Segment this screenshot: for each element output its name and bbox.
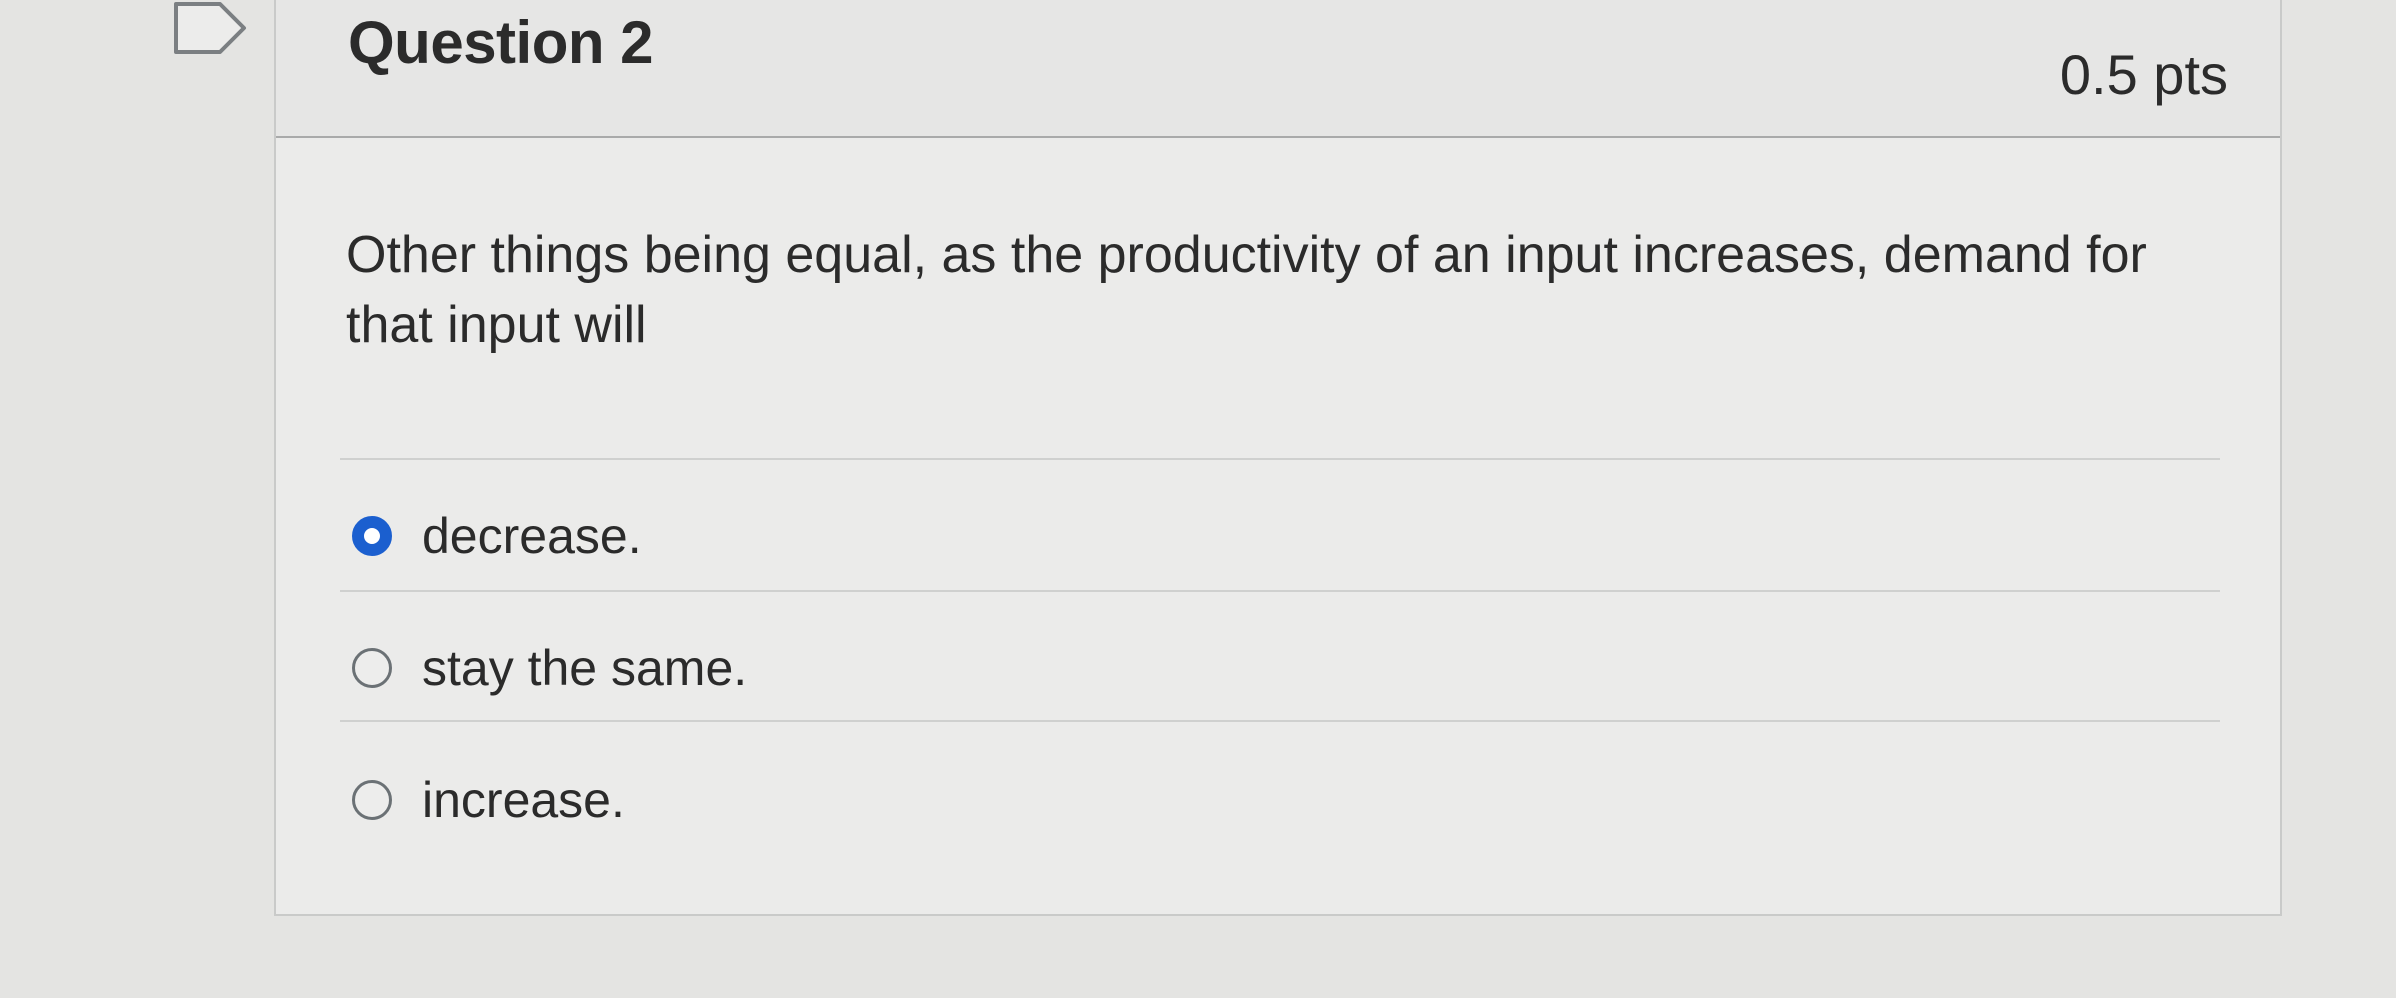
radio-unselected-icon[interactable] [352, 648, 392, 688]
answer-label: stay the same. [422, 640, 748, 696]
radio-unselected-icon[interactable] [352, 780, 392, 820]
answer-option-stay-the-same[interactable]: stay the same. [352, 638, 747, 698]
answer-divider [340, 720, 2220, 722]
answer-divider [340, 590, 2220, 592]
answer-option-decrease[interactable]: decrease. [352, 506, 642, 566]
question-points: 0.5 pts [2059, 43, 2228, 106]
question-text: Other things being equal, as the product… [346, 226, 2147, 354]
answer-divider [340, 458, 2220, 460]
question-card: Question 2 0.5 pts Other things being eq… [274, 0, 2282, 916]
question-title: Question 2 [348, 9, 654, 76]
answer-label: increase. [422, 772, 625, 828]
flag-question-icon[interactable] [172, 0, 248, 56]
question-header: Question 2 0.5 pts [276, 0, 2280, 138]
answer-label: decrease. [422, 508, 642, 564]
radio-selected-icon[interactable] [352, 516, 392, 556]
answer-option-increase[interactable]: increase. [352, 770, 625, 830]
